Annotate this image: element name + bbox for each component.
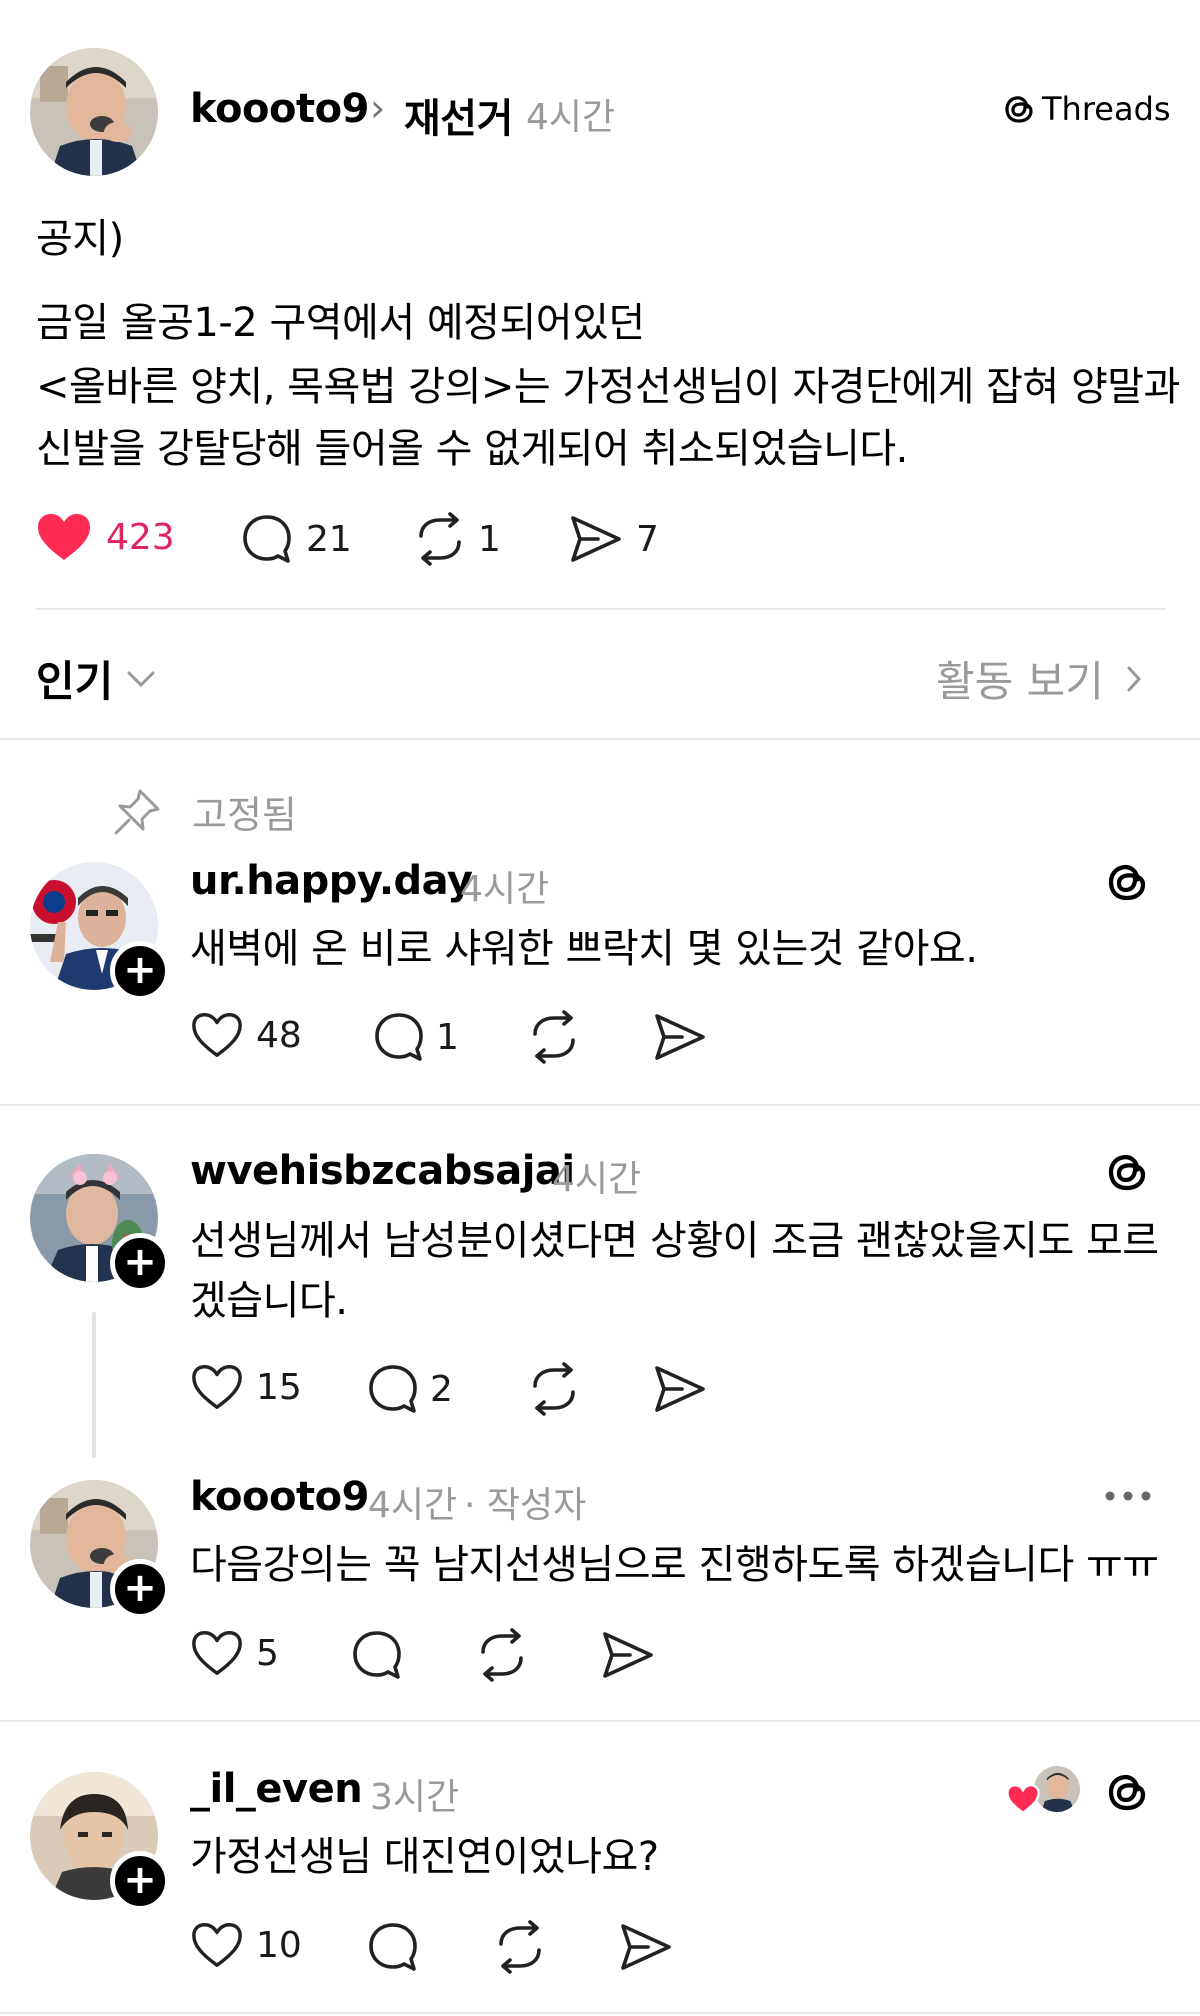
reply-icon [240,512,294,566]
post-username[interactable]: koooto9 [190,86,369,132]
post-community[interactable]: 재선거 [404,86,513,144]
view-activity-label: 활동 보기 [936,657,1104,706]
chevron-right-icon [1126,665,1142,693]
heart-icon [190,1010,244,1060]
follow-plus-icon: + [123,946,157,993]
comment-4-username[interactable]: _il_even [190,1766,363,1812]
comment-2-reply-button[interactable]: 2 [366,1362,453,1416]
sort-dropdown[interactable]: 인기 [36,648,155,709]
comment-4-like-button[interactable]: 10 [190,1920,302,1970]
follow-button-comment-1[interactable]: + [110,941,170,1001]
comment-4-reply-button[interactable] [366,1920,420,1974]
post-share-button[interactable]: 7 [568,512,659,566]
post-like-count: 423 [106,516,175,558]
heart-icon [36,512,92,562]
reply-icon [366,1362,420,1416]
comment-divider-1 [0,1104,1200,1106]
threads-logo-icon[interactable] [1104,1148,1150,1196]
comment-2-like-button[interactable]: 15 [190,1362,302,1412]
comment-1-time: 4시간 [460,869,550,910]
follow-button-comment-3[interactable]: + [110,1559,170,1619]
comment-1-like-count: 48 [256,1014,302,1056]
post-reply-button[interactable]: 21 [240,512,352,566]
threads-brand[interactable]: Threads [1002,90,1171,128]
pin-icon [112,787,162,837]
comment-4-text: 가정선생님 대진연이었나요? [190,1834,659,1880]
comment-3-like-count: 5 [256,1632,279,1674]
post-body-line3: <올바른 양치, 목욕법 강의>는 가정선생님이 자경단에게 잡혀 양말과 [36,364,1180,410]
comment-3-username[interactable]: koooto9 [190,1474,369,1520]
comment-1-reply-button[interactable]: 1 [372,1010,459,1064]
comment-1-repost-button[interactable] [526,1010,582,1064]
post-body-line4: 신발을 강탈당해 들어올 수 없게되어 취소되었습니다. [36,426,908,472]
comment-3-time: 4시간 [368,1485,458,1526]
comment-2-repost-button[interactable] [526,1362,582,1416]
comment-3-reply-button[interactable] [350,1628,404,1682]
post-repost-count: 1 [478,518,501,560]
view-activity-link[interactable]: 활동 보기 [936,648,1142,709]
comment-divider-2 [0,1720,1200,1722]
chevron-down-icon [127,670,155,688]
comment-1-share-button[interactable] [652,1010,708,1064]
share-icon [568,512,624,566]
comment-3-like-button[interactable]: 5 [190,1628,279,1678]
pinned-label: 고정됨 [192,793,297,837]
comment-3-author-tag: · 작성자 [464,1485,587,1526]
comment-2-text-line1: 선생님께서 남성분이셨다면 상황이 조금 괜찮았을지도 모르 [190,1218,1159,1264]
liked-by-author-indicator [1006,1764,1082,1816]
comment-divider-3 [0,2012,1200,2014]
heart-icon [190,1628,244,1678]
post-separator: › [370,86,386,130]
post-like-button[interactable]: 423 [36,512,175,562]
follow-plus-icon: + [123,1238,157,1285]
post-reply-count: 21 [306,518,352,560]
comment-4-share-button[interactable] [618,1920,674,1974]
comment-2-time: 4시간 [552,1159,642,1200]
post-body-line2: 금일 올공1-2 구역에서 예정되어있던 [36,300,645,346]
comment-3-share-button[interactable] [600,1628,656,1682]
threads-logo-icon[interactable] [1104,1768,1150,1816]
avatar-post-author[interactable] [30,48,158,176]
follow-button-comment-2[interactable]: + [110,1233,170,1293]
comment-2-text-line2: 겠습니다. [190,1278,348,1324]
comment-4-time: 3시간 [370,1777,460,1818]
post-repost-button[interactable]: 1 [412,512,501,566]
heart-icon [1006,1784,1040,1814]
comment-1-text: 새벽에 온 비로 샤워한 쁘락치 몇 있는것 같아요. [190,926,978,972]
post-divider [36,608,1166,610]
repost-icon [412,512,468,566]
comment-2-username[interactable]: wvehisbzcabsajai [190,1148,575,1194]
comment-2-share-button[interactable] [652,1362,708,1416]
section-divider [0,738,1200,740]
comment-1-like-button[interactable]: 48 [190,1010,302,1060]
comment-3-text: 다음강의는 꼭 남지선생님으로 진행하도록 하겠습니다 ㅠㅠ [190,1542,1159,1588]
comment-1-reply-count: 1 [436,1016,459,1058]
follow-plus-icon: + [123,1564,157,1611]
reply-icon [372,1010,426,1064]
threads-logo-icon[interactable] [1104,858,1150,906]
threads-label: Threads [1042,90,1171,128]
more-icon[interactable] [1104,1490,1152,1502]
post-share-count: 7 [636,518,659,560]
follow-button-comment-4[interactable]: + [110,1851,170,1911]
heart-icon [190,1920,244,1970]
comment-2-like-count: 15 [256,1366,302,1408]
post-time: 4시간 [526,97,616,138]
heart-icon [190,1362,244,1412]
sort-label: 인기 [36,657,114,706]
comment-1-username[interactable]: ur.happy.day [190,858,473,904]
post-body-line1: 공지) [36,216,124,262]
comment-2-reply-count: 2 [430,1368,453,1410]
follow-plus-icon: + [123,1856,157,1903]
threads-logo-icon [1002,91,1036,127]
pinned-indicator: 고정됨 [112,784,297,839]
comment-4-like-count: 10 [256,1924,302,1966]
comment-4-repost-button[interactable] [492,1920,548,1974]
thread-connector-line [92,1312,96,1458]
comment-3-repost-button[interactable] [474,1628,530,1682]
